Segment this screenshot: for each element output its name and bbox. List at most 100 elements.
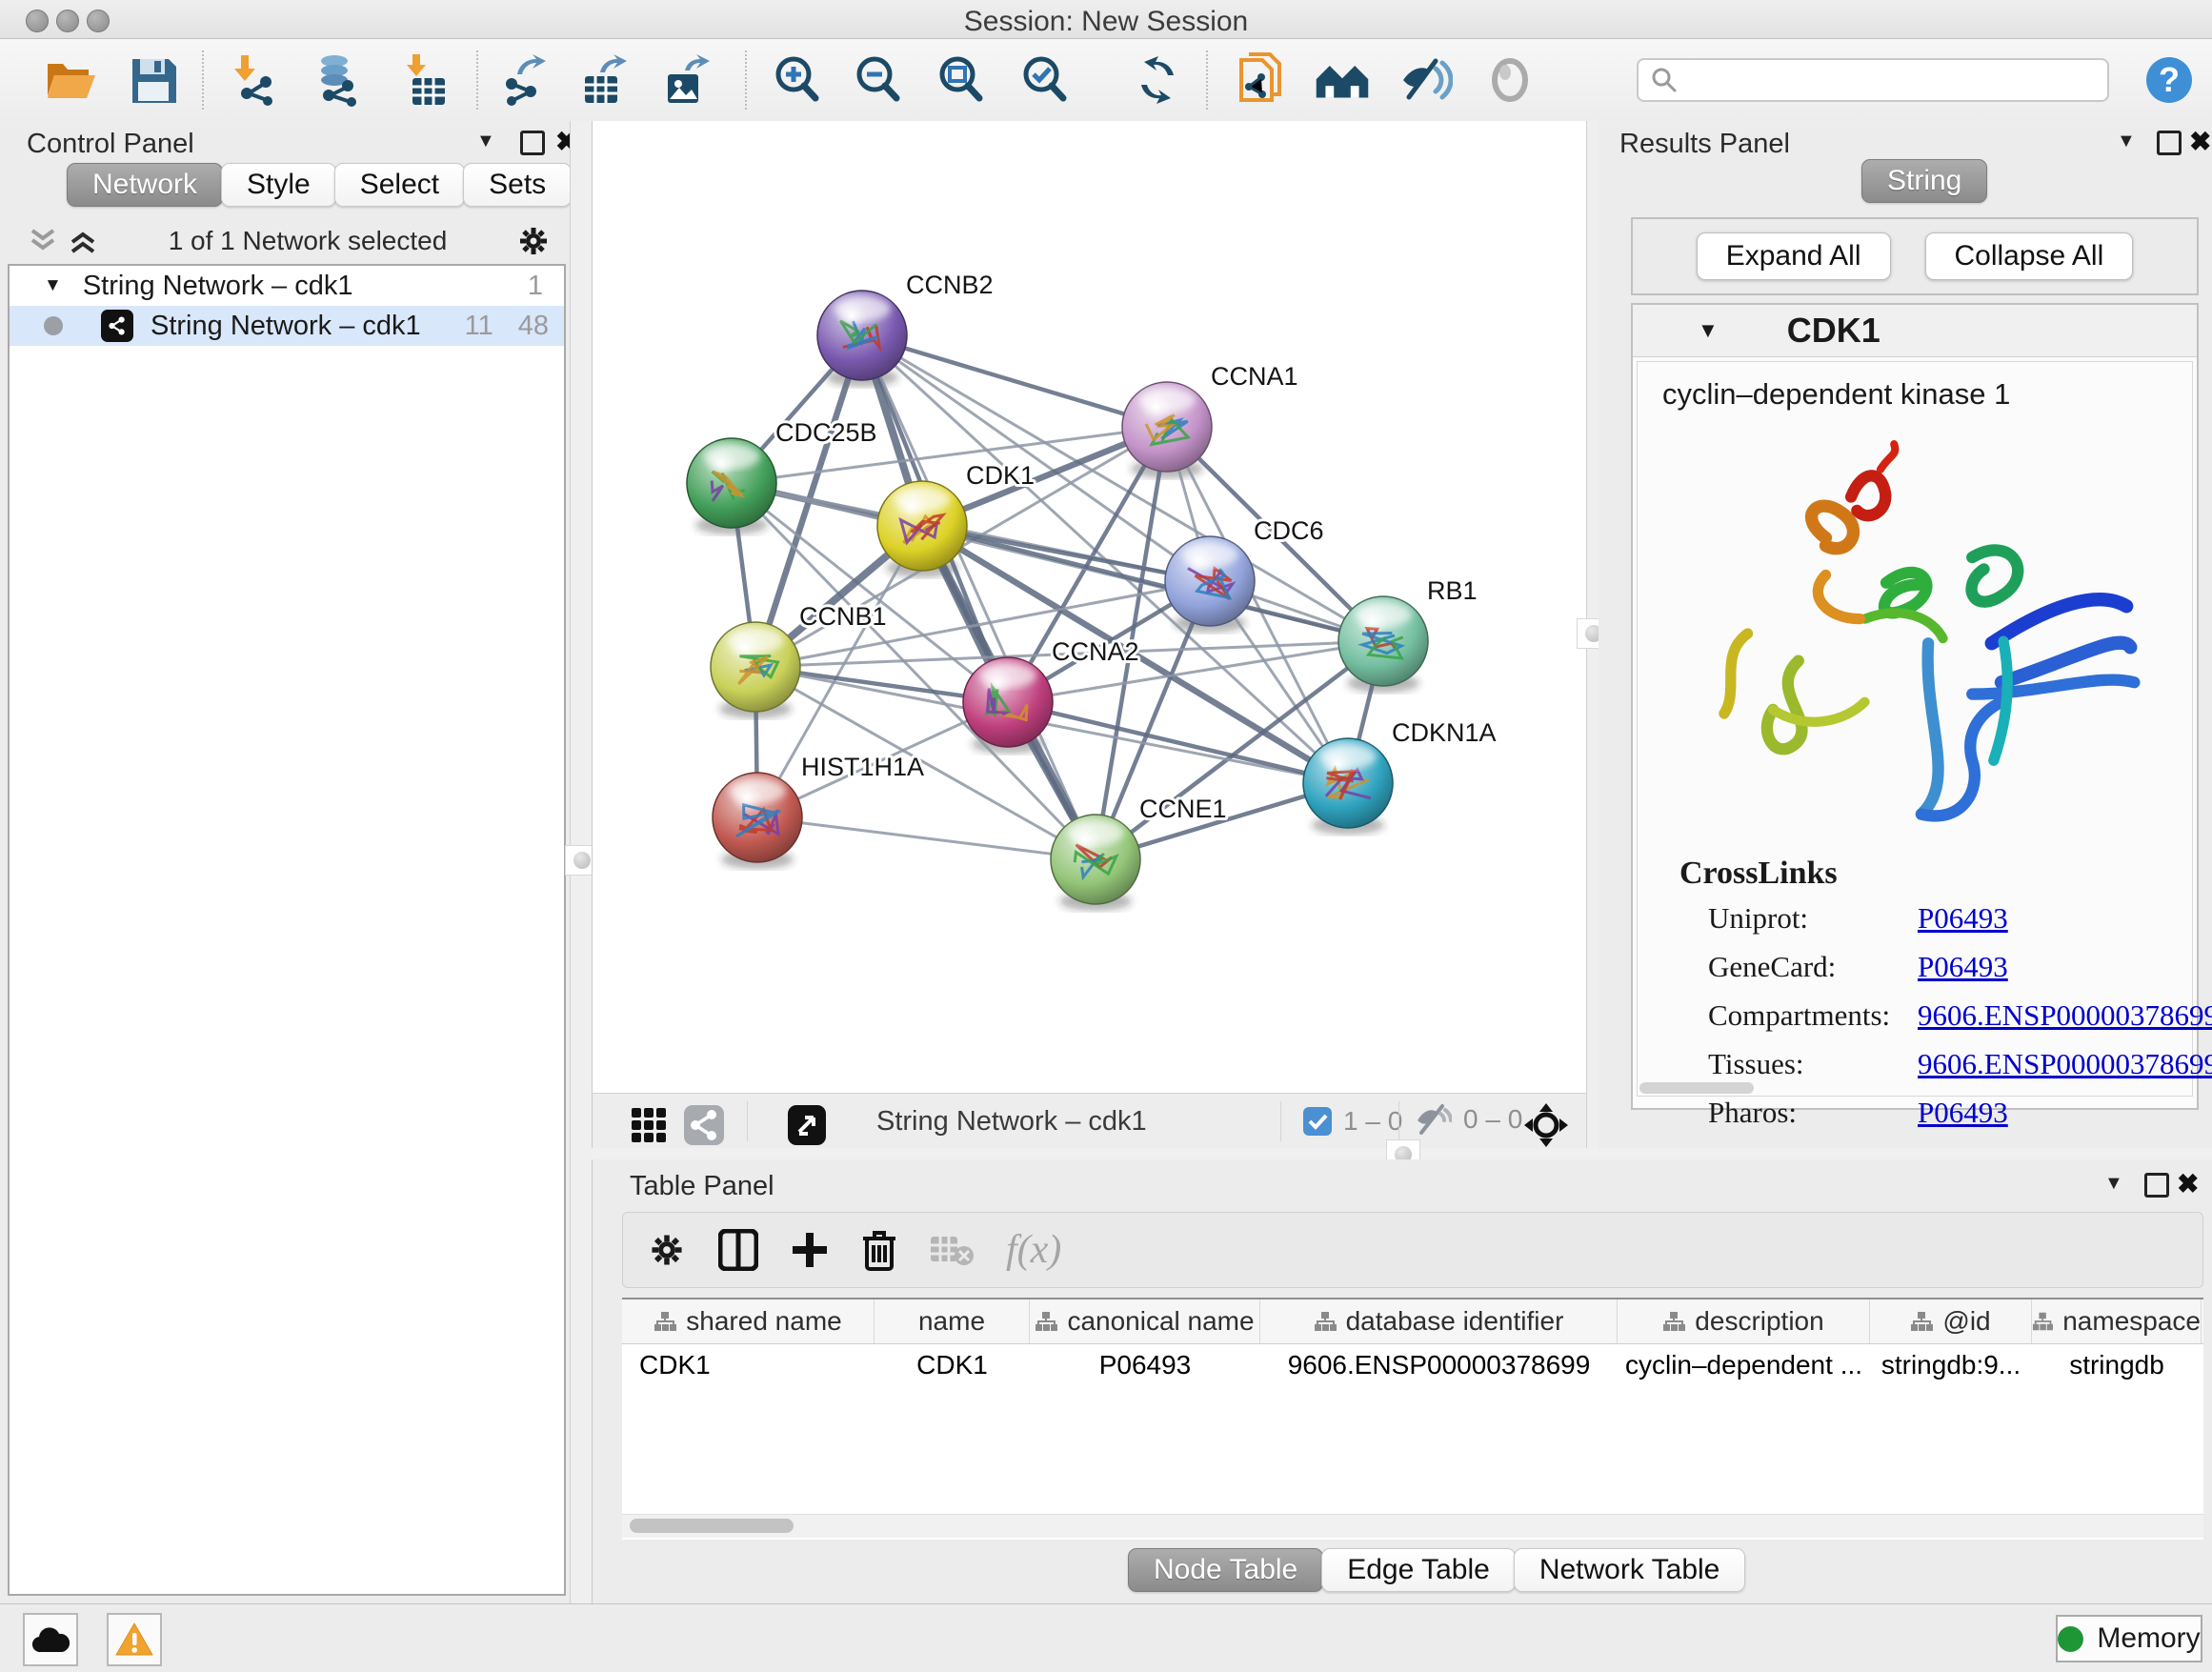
column-header[interactable]: namespace — [2032, 1299, 2202, 1343]
network-edge[interactable] — [1008, 702, 1348, 783]
table-panel-float-icon[interactable] — [2144, 1173, 2169, 1198]
string-home-icon-button[interactable] — [1315, 52, 1370, 108]
table-panel-menu-icon[interactable]: ▼ — [2104, 1173, 2123, 1195]
table-cell[interactable]: CDK1 — [875, 1344, 1030, 1386]
apply-layout-button[interactable] — [1130, 52, 1185, 108]
results-panel-menu-icon[interactable]: ▼ — [2117, 131, 2136, 152]
network-edge[interactable] — [862, 335, 1167, 427]
open-session-button[interactable] — [44, 52, 99, 108]
node-table[interactable]: shared namenamecanonical namedatabase id… — [622, 1298, 2203, 1540]
svg-text:?: ? — [2159, 60, 2180, 99]
control-panel-float-icon[interactable] — [520, 131, 545, 155]
tab-node-table[interactable]: Node Table — [1128, 1548, 1323, 1592]
results-scrollbar[interactable] — [1639, 1082, 1754, 1094]
table-row[interactable]: CDK1CDK1P064939606.ENSP00000378699cyclin… — [622, 1344, 2203, 1386]
cloud-status-button[interactable] — [23, 1613, 78, 1666]
zoom-fit-button[interactable] — [934, 52, 989, 108]
show-columns-icon[interactable] — [718, 1229, 758, 1271]
crosslink-uniprot[interactable]: P06493 — [1918, 901, 2212, 936]
zoom-selected-button[interactable] — [1017, 52, 1073, 108]
column-header[interactable]: name — [875, 1299, 1030, 1343]
birdseye-navigator-icon[interactable] — [1518, 1098, 1574, 1153]
crosslink-pharos[interactable]: P06493 — [1918, 1096, 2212, 1130]
tab-network[interactable]: Network — [67, 163, 223, 207]
help-button[interactable]: ? — [2142, 52, 2197, 108]
crosslink-tissues[interactable]: 9606.ENSP00000378699 — [1918, 1047, 2212, 1081]
search-input[interactable] — [1637, 58, 2109, 102]
memory-status-dot — [2058, 1626, 2083, 1652]
warnings-button[interactable] — [107, 1613, 162, 1666]
table-hscrollbar-thumb[interactable] — [630, 1519, 794, 1533]
tab-style[interactable]: Style — [221, 163, 336, 207]
table-hscrollbar[interactable] — [622, 1514, 2203, 1538]
tab-network-table[interactable]: Network Table — [1514, 1548, 1746, 1592]
results-panel-float-icon[interactable] — [2157, 131, 2182, 155]
tab-edge-table[interactable]: Edge Table — [1321, 1548, 1516, 1592]
node-label-CDC6: CDC6 — [1254, 516, 1324, 545]
column-header[interactable]: shared name — [622, 1299, 875, 1343]
crosslinks-heading: CrossLinks — [1679, 856, 1838, 892]
left-splitter[interactable] — [570, 121, 593, 1603]
network-row-selected[interactable]: String Network – cdk1 11 48 — [10, 306, 564, 346]
network-view-toolbar: String Network – cdk1 1 – 0 0 – 0 — [592, 1093, 1586, 1148]
export-network-button[interactable] — [497, 52, 553, 108]
expand-all-button[interactable]: Expand All — [1697, 232, 1891, 280]
import-network-from-file-button[interactable] — [227, 52, 282, 108]
network-canvas[interactable]: CCNB2CCNA1CDC25BCDK1CDC6RB1CCNB1CCNA2CDK… — [592, 121, 1586, 1093]
memory-button[interactable]: Memory — [2056, 1615, 2202, 1662]
delete-column-icon[interactable] — [861, 1229, 897, 1271]
network-view-share-icon[interactable] — [676, 1098, 732, 1153]
node-label-CCNA1: CCNA1 — [1211, 362, 1298, 391]
column-header[interactable]: @id — [1870, 1299, 2032, 1343]
network-document-button[interactable] — [1233, 52, 1288, 108]
hidden-eye-icon[interactable] — [1414, 1103, 1452, 1136]
crosslink-compartments[interactable]: 9606.ENSP00000378699 — [1918, 998, 2212, 1033]
crosslink-genecard[interactable]: P06493 — [1918, 950, 2212, 984]
control-panel-title: Control Panel — [27, 129, 194, 160]
horizontal-splitter[interactable] — [592, 1148, 2212, 1159]
control-panel-menu-icon[interactable]: ▼ — [476, 131, 495, 152]
tab-sets[interactable]: Sets — [463, 163, 572, 207]
table-cell[interactable]: cyclin–dependent ... — [1618, 1344, 1870, 1386]
collection-expand-icon[interactable]: ▼ — [44, 275, 62, 296]
show-graphics-details-button[interactable] — [1482, 52, 1538, 108]
table-panel-close-icon[interactable]: ✖ — [2177, 1171, 2199, 1198]
save-session-button[interactable] — [126, 52, 181, 108]
table-cell[interactable]: 9606.ENSP00000378699 — [1260, 1344, 1618, 1386]
column-header[interactable]: description — [1618, 1299, 1870, 1343]
tab-select[interactable]: Select — [334, 163, 465, 207]
table-cell[interactable]: CDK1 — [622, 1344, 875, 1386]
add-column-icon[interactable] — [791, 1231, 829, 1269]
zoom-in-button[interactable] — [770, 52, 825, 108]
grid-mode-icon[interactable] — [621, 1098, 676, 1153]
selected-checkbox-icon[interactable] — [1303, 1107, 1332, 1136]
table-cell[interactable]: stringdb:9... — [1870, 1344, 2032, 1386]
network-graph[interactable]: CCNB2CCNA1CDC25BCDK1CDC6RB1CCNB1CCNA2CDK… — [593, 121, 1586, 1092]
results-panel-close-icon[interactable]: ✖ — [2189, 129, 2211, 155]
column-header[interactable]: canonical name — [1030, 1299, 1260, 1343]
hide-glass-effect-button[interactable] — [1398, 52, 1454, 108]
export-table-button[interactable] — [577, 52, 633, 108]
expand-all-icon[interactable] — [67, 227, 99, 255]
collapse-all-button[interactable]: Collapse All — [1925, 232, 2134, 280]
export-image-button[interactable] — [659, 52, 714, 108]
detach-view-icon[interactable] — [779, 1098, 835, 1153]
node-label-CCNE1: CCNE1 — [1139, 795, 1227, 823]
gene-collapse-icon[interactable]: ▼ — [1698, 318, 1719, 343]
table-cell[interactable]: stringdb — [2032, 1344, 2202, 1386]
network-edge[interactable] — [757, 817, 1096, 859]
import-table-from-file-button[interactable] — [398, 52, 453, 108]
tab-string[interactable]: String — [1861, 159, 1987, 203]
network-options-gear-icon[interactable] — [516, 224, 551, 258]
zoom-out-button[interactable] — [851, 52, 906, 108]
results-panel: Results Panel ▼ ✖ String Expand All Coll… — [1599, 121, 2212, 1148]
network-collection-row[interactable]: ▼ String Network – cdk1 1 — [10, 266, 564, 306]
collapse-all-icon[interactable] — [27, 227, 59, 255]
import-network-from-database-button[interactable] — [309, 52, 364, 108]
network-status-dot — [44, 316, 63, 335]
table-options-gear-icon[interactable] — [648, 1231, 686, 1269]
node-label-CDC25B: CDC25B — [775, 418, 877, 447]
column-header[interactable]: database identifier — [1260, 1299, 1618, 1343]
gene-section-header[interactable]: ▼ CDK1 — [1633, 305, 2197, 357]
table-cell[interactable]: P06493 — [1030, 1344, 1260, 1386]
